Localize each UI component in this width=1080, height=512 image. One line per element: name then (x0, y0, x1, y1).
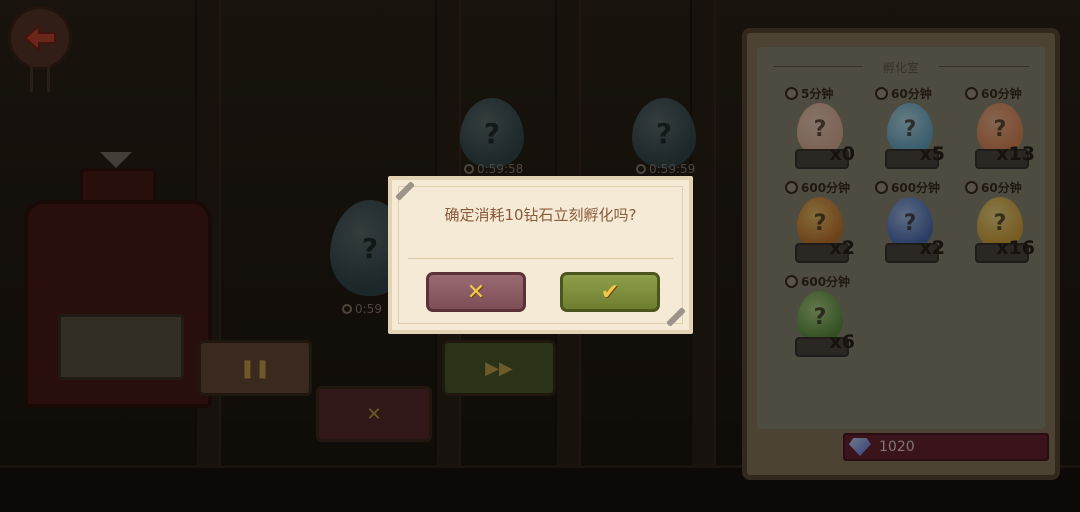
hammer-cross-icon: ✕ (466, 279, 486, 305)
cancel-button[interactable]: ✕ (426, 272, 526, 312)
confirm-button[interactable]: ✔ (560, 272, 660, 312)
confirm-dialog: 确定消耗10钻石立刻孵化吗? ✕ ✔ (388, 176, 693, 334)
dialog-message: 确定消耗10钻石立刻孵化吗? (444, 206, 637, 224)
dialog-divider (408, 258, 673, 259)
checkmark-icon: ✔ (600, 279, 620, 305)
